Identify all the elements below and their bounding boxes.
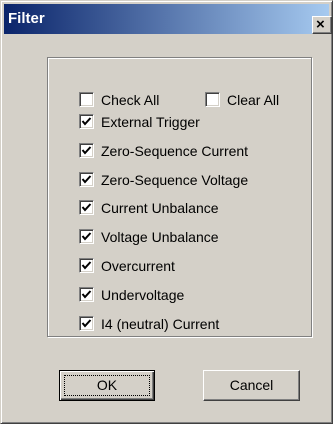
close-button[interactable]: × (312, 16, 332, 34)
checkmark-icon (81, 146, 92, 155)
title-bar[interactable]: Filter × (4, 4, 332, 34)
filter-checkbox[interactable]: Undervoltage (79, 285, 299, 305)
filter-checkbox[interactable]: Zero-Sequence Voltage (79, 170, 299, 190)
filter-label: I4 (neutral) Current (101, 315, 220, 332)
checkmark-icon (81, 261, 92, 270)
checkbox-box[interactable] (79, 286, 94, 302)
checkmark-icon (81, 318, 92, 328)
checkbox-box[interactable] (79, 200, 94, 216)
checkmark-icon (81, 203, 92, 212)
cancel-button-label: Cancel (229, 377, 274, 393)
filter-label: Overcurrent (101, 258, 175, 274)
clear-all-checkbox[interactable]: Clear All (205, 90, 305, 110)
filter-label: Zero-Sequence Voltage (101, 171, 249, 188)
checkbox-box[interactable] (79, 142, 94, 158)
filter-checkbox[interactable]: Current Unbalance (79, 198, 299, 218)
filter-label: Current Unbalance (101, 200, 219, 217)
checkmark-icon (81, 174, 92, 184)
filter-label: External Trigger (101, 114, 200, 130)
checkbox-box[interactable] (79, 229, 94, 245)
filter-checkbox[interactable]: Voltage Unbalance (79, 227, 299, 247)
filter-dialog: Filter × Check All Clear All External Tr… (0, 0, 333, 424)
checkbox-box[interactable] (79, 114, 94, 129)
window-title: Filter (8, 10, 45, 27)
filter-checkbox[interactable]: Zero-Sequence Current (79, 141, 299, 161)
clear-all-label: Clear All (227, 92, 280, 108)
filter-checkbox[interactable]: I4 (neutral) Current (79, 314, 299, 334)
filter-label: Voltage Unbalance (101, 229, 219, 246)
filter-checkbox[interactable]: External Trigger (79, 112, 299, 132)
checkbox-box[interactable] (79, 92, 94, 107)
checkmark-icon (81, 117, 92, 126)
cancel-button[interactable]: Cancel (203, 370, 300, 401)
check-all-checkbox[interactable]: Check All (79, 90, 189, 110)
ok-button[interactable]: OK (59, 370, 155, 401)
filter-label: Zero-Sequence Current (101, 142, 249, 159)
checkmark-icon (81, 232, 92, 241)
checkbox-box[interactable] (205, 92, 220, 107)
check-all-label: Check All (101, 92, 160, 108)
checkmark-icon (81, 290, 92, 299)
filter-checkbox[interactable]: Overcurrent (79, 256, 299, 276)
close-icon: × (316, 16, 325, 33)
checkbox-box[interactable] (79, 315, 94, 331)
filter-label: Undervoltage (101, 286, 185, 303)
checkbox-box[interactable] (79, 171, 94, 187)
focus-ring (64, 375, 150, 396)
checkbox-box[interactable] (79, 258, 94, 273)
